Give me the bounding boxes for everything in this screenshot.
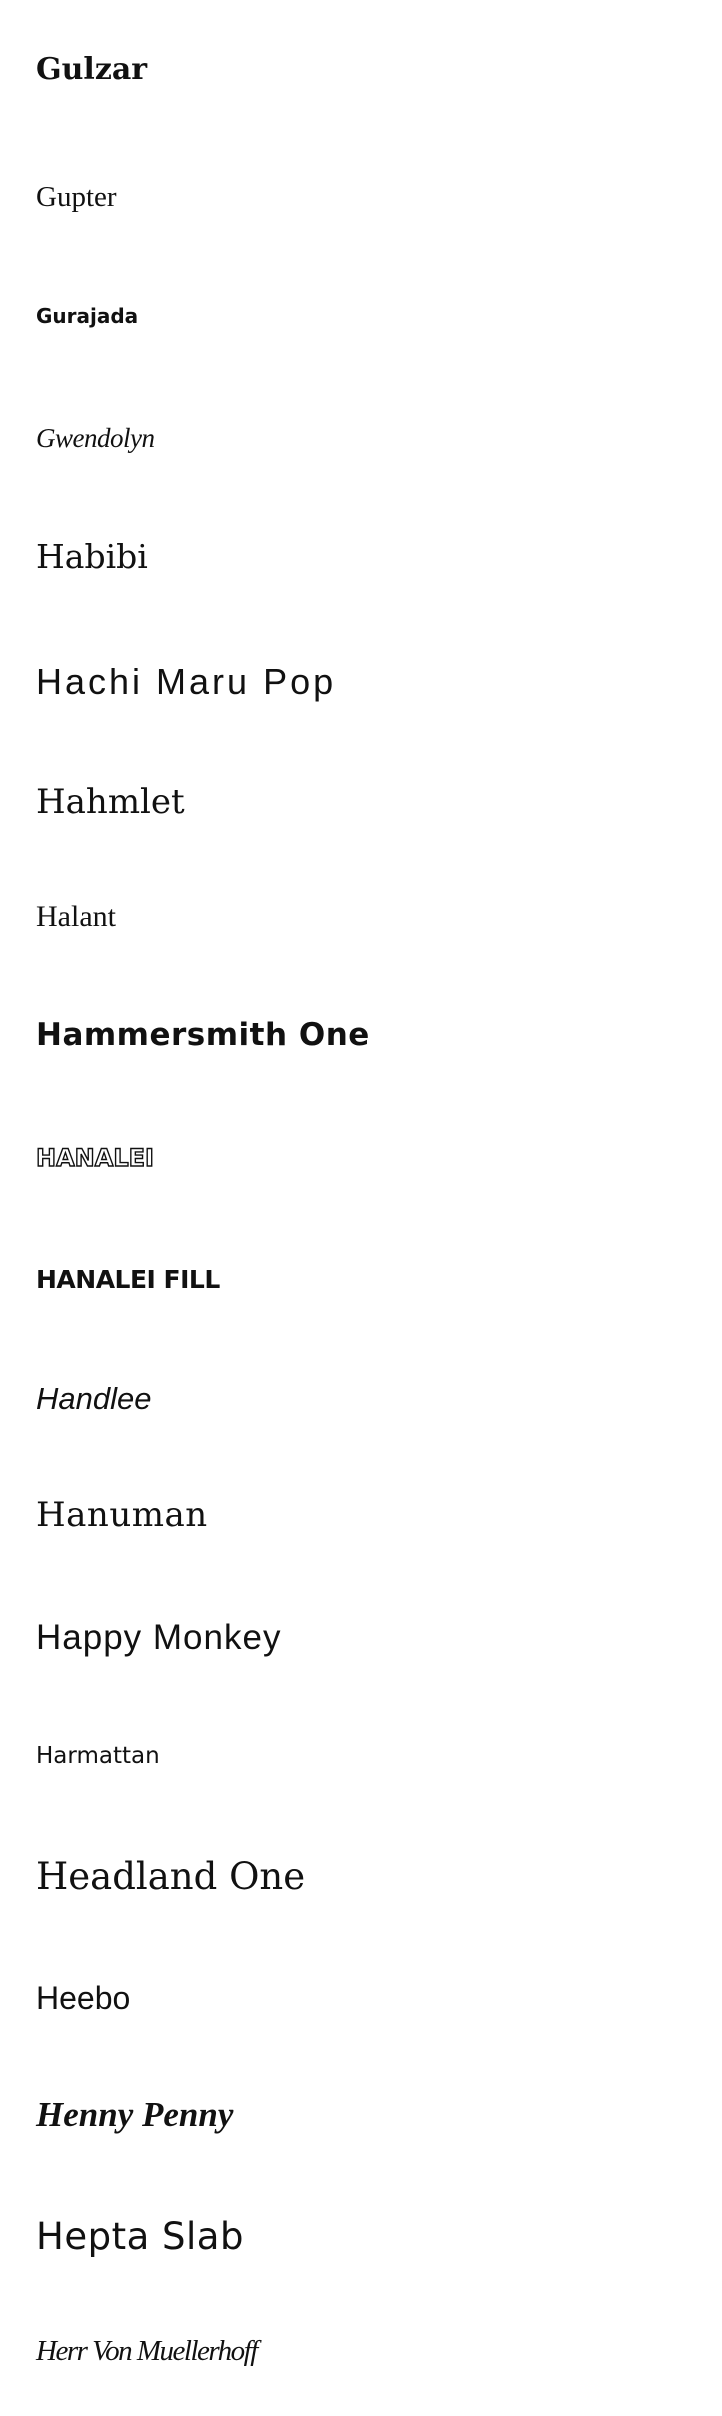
font-item-hammersmith-one[interactable]: Hammersmith One: [36, 1020, 370, 1051]
font-item-headland-one[interactable]: Headland One: [36, 1858, 305, 1895]
font-item-heebo[interactable]: Heebo: [36, 1982, 130, 2014]
font-item-handlee[interactable]: Handlee: [36, 1383, 151, 1414]
font-item-habibi[interactable]: Habibi: [36, 540, 148, 573]
font-item-hachi-maru-pop[interactable]: Hachi Maru Pop: [36, 664, 336, 700]
font-item-gwendolyn[interactable]: Gwendolyn: [36, 425, 155, 452]
font-item-henny-penny[interactable]: Henny Penny: [36, 2097, 233, 2132]
font-item-herr-von-muellerhoff[interactable]: Herr Von Muellerhoff: [36, 2337, 258, 2366]
font-item-hanalei-fill[interactable]: HANALEI FILL: [36, 1267, 220, 1292]
font-item-gurajada[interactable]: Gurajada: [36, 306, 138, 326]
font-item-hepta-slab[interactable]: Hepta Slab: [36, 2218, 244, 2255]
font-item-harmattan[interactable]: Harmattan: [36, 1745, 160, 1768]
font-item-hanalei[interactable]: HANALEI: [35, 1145, 154, 1170]
font-item-gupter[interactable]: Gupter: [36, 183, 117, 212]
font-item-happy-monkey[interactable]: Happy Monkey: [36, 1620, 281, 1655]
font-item-halant[interactable]: Halant: [36, 902, 116, 932]
font-item-hanuman[interactable]: Hanuman: [36, 1498, 208, 1532]
font-item-gulzar[interactable]: Gulzar: [36, 55, 147, 85]
font-item-hahmlet[interactable]: Hahmlet: [36, 785, 185, 819]
font-list: Gulzar Gupter Gurajada Gwendolyn Habibi …: [0, 0, 722, 2416]
